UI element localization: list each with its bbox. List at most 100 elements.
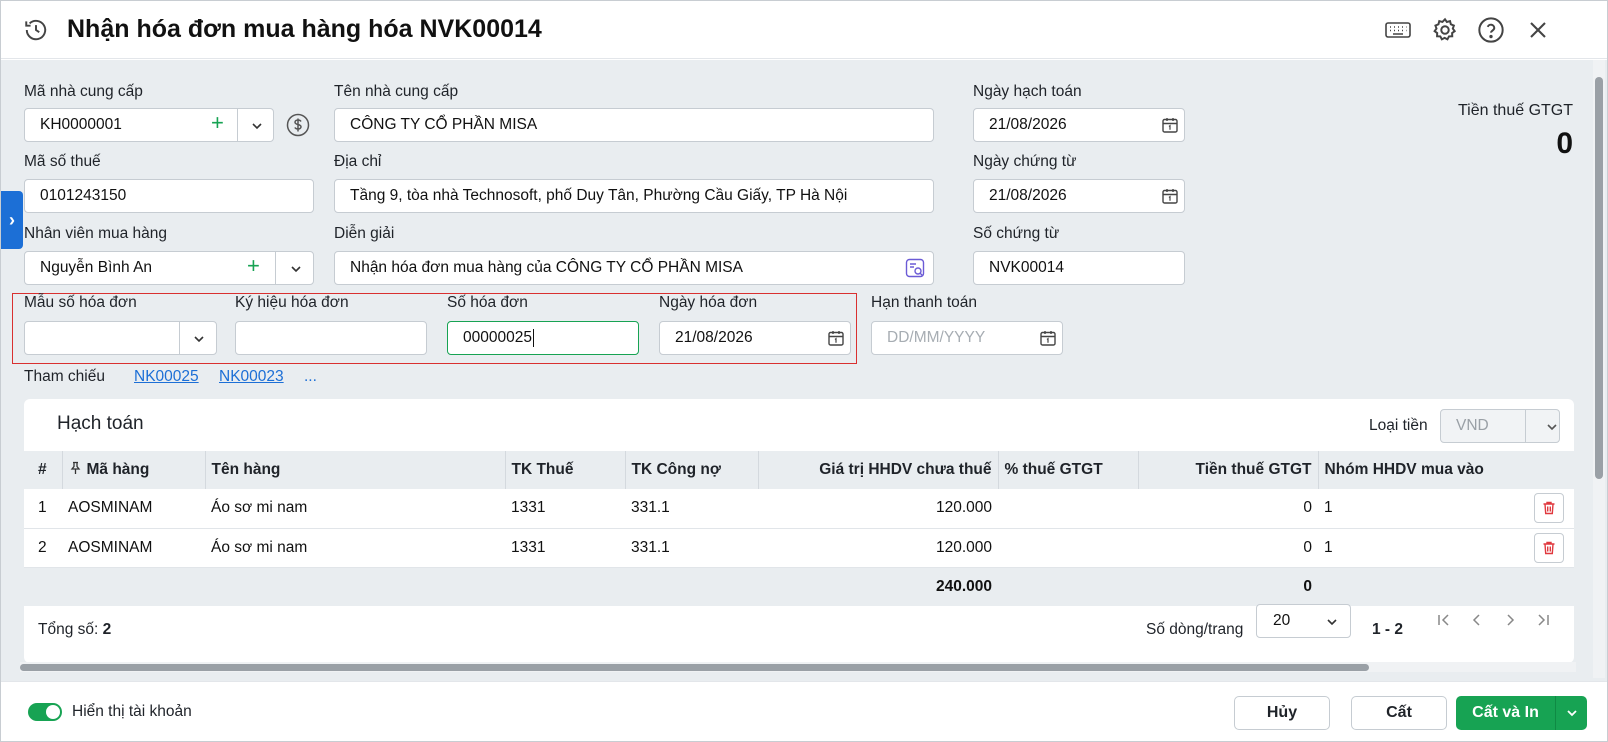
currency-label: Loại tiền	[1369, 417, 1428, 434]
buyer-combobox[interactable]: Nguyễn Bình An +	[24, 251, 314, 285]
horizontal-scrollbar[interactable]	[20, 664, 1369, 671]
table-row[interactable]: 2 AOSMINAM Áo sơ mi nam 1331 331.1 120.0…	[24, 528, 1574, 568]
dialog-footer: Hiển thị tài khoản Hủy Cất Cất và In	[1, 681, 1607, 741]
item-code-cell[interactable]: AOSMINAM	[62, 489, 205, 529]
column-header[interactable]: Tên hàng	[205, 451, 506, 489]
invoice-date-input[interactable]: 21/08/2026	[659, 321, 851, 355]
reference-link[interactable]: NK00025	[134, 368, 199, 386]
column-header[interactable]: Giá trị HHDV chưa thuế	[758, 451, 999, 489]
supplier-code-combobox[interactable]: KH0000001 +	[24, 108, 274, 142]
rows-per-page-select[interactable]: 20	[1256, 604, 1351, 638]
calendar-icon[interactable]	[1161, 187, 1179, 205]
vat-summary-label: Tiền thuế GTGT	[1458, 102, 1573, 119]
column-header[interactable]: TK Công nợ	[625, 451, 759, 489]
column-header[interactable]: Nhóm HHDV mua vào	[1318, 451, 1574, 489]
save-options-dropdown[interactable]	[1555, 696, 1587, 730]
voucher-date-input[interactable]: 21/08/2026	[973, 179, 1185, 213]
group-cell[interactable]: 1	[1318, 528, 1574, 568]
history-icon[interactable]	[23, 17, 49, 43]
help-icon[interactable]	[1477, 16, 1505, 44]
tax-code-value: 0101243150	[40, 187, 127, 204]
side-expand-tab[interactable]: ›	[1, 191, 23, 249]
add-buyer-icon[interactable]: +	[247, 253, 260, 279]
panel-title: Hạch toán	[57, 413, 144, 434]
trash-icon	[1543, 541, 1555, 554]
calendar-icon[interactable]	[827, 329, 845, 347]
vat-rate-cell[interactable]	[998, 528, 1138, 568]
currency-value: VND	[1456, 417, 1489, 434]
debt-account-cell[interactable]: 331.1	[625, 489, 758, 529]
toggle-knob	[46, 705, 60, 719]
calendar-icon[interactable]	[1161, 116, 1179, 134]
vat-amount-cell[interactable]: 0	[1138, 528, 1318, 568]
column-header-label: Mã hàng	[86, 461, 150, 478]
gear-icon[interactable]	[1431, 16, 1459, 44]
save-and-print-button[interactable]: Cất và In	[1456, 696, 1555, 730]
first-page-icon[interactable]	[1435, 611, 1453, 629]
delete-row-button[interactable]	[1534, 493, 1564, 523]
reference-link[interactable]: NK00023	[219, 368, 284, 386]
group-cell[interactable]: 1	[1318, 489, 1574, 529]
due-date-input[interactable]: DD/MM/YYYY	[871, 321, 1063, 355]
next-page-icon[interactable]	[1501, 611, 1519, 629]
calendar-icon[interactable]	[1039, 329, 1057, 347]
vertical-scrollbar[interactable]	[1595, 77, 1603, 479]
column-header[interactable]: Tiền thuế GTGT	[1138, 451, 1319, 489]
close-icon[interactable]	[1524, 16, 1552, 44]
description-value: Nhận hóa đơn mua hàng của CÔNG TY CỔ PHẦ…	[350, 259, 743, 276]
vat-rate-cell[interactable]	[998, 489, 1138, 529]
tax-account-cell[interactable]: 1331	[505, 489, 625, 529]
tax-account-cell[interactable]: 1331	[505, 528, 625, 568]
voucher-no-value: NVK00014	[989, 259, 1064, 276]
chevron-down-icon[interactable]	[192, 332, 206, 346]
total-vat: 0	[1138, 567, 1318, 606]
supplier-name-input[interactable]: CÔNG TY CỔ PHẦN MISA	[334, 108, 934, 142]
divider	[1525, 410, 1526, 442]
column-header[interactable]: #	[24, 451, 63, 489]
buyer-value: Nguyễn Bình An	[40, 259, 153, 276]
column-header[interactable]: Mã hàng	[62, 451, 206, 489]
total-count-label: Tổng số:	[38, 621, 99, 638]
voucher-no-input[interactable]: NVK00014	[973, 251, 1185, 285]
item-name-cell[interactable]: Áo sơ mi nam	[205, 489, 505, 529]
column-header[interactable]: % thuế GTGT	[998, 451, 1139, 489]
add-supplier-icon[interactable]: +	[211, 110, 224, 136]
invoice-template-select[interactable]	[24, 321, 217, 355]
description-input[interactable]: Nhận hóa đơn mua hàng của CÔNG TY CỔ PHẦ…	[334, 251, 934, 285]
item-name-cell[interactable]: Áo sơ mi nam	[205, 528, 505, 568]
show-accounts-toggle[interactable]	[28, 703, 62, 721]
vat-amount-cell[interactable]: 0	[1138, 489, 1318, 529]
pin-icon[interactable]	[69, 461, 82, 475]
currency-dollar-icon[interactable]	[286, 113, 310, 137]
tax-code-input[interactable]: 0101243150	[24, 179, 314, 213]
chevron-down-icon	[1566, 710, 1577, 717]
amount-cell[interactable]: 120.000	[758, 528, 998, 568]
column-header[interactable]: TK Thuế	[505, 451, 626, 489]
address-input[interactable]: Tầng 9, tòa nhà Technosoft, phố Duy Tân,…	[334, 179, 934, 213]
rows-per-page-value: 20	[1273, 612, 1291, 629]
invoice-no-input[interactable]: 00000025	[447, 321, 639, 355]
invoice-no-value: 00000025	[463, 329, 532, 346]
show-accounts-label: Hiển thị tài khoản	[72, 703, 192, 720]
delete-row-button[interactable]	[1534, 532, 1564, 563]
keyboard-icon[interactable]	[1384, 16, 1412, 44]
accounting-panel: Hạch toán Loại tiền VND # Mã hàng Tên hà…	[24, 399, 1574, 663]
reference-more-button[interactable]: ...	[304, 368, 317, 386]
invoice-date-label: Ngày hóa đơn	[659, 294, 758, 311]
item-code-cell[interactable]: AOSMINAM	[62, 528, 205, 568]
save-button[interactable]: Cất	[1351, 696, 1447, 730]
chevron-down-icon[interactable]	[250, 119, 264, 133]
last-page-icon[interactable]	[1534, 611, 1552, 629]
supplier-code-value: KH0000001	[40, 116, 122, 133]
chevron-down-icon[interactable]	[289, 262, 303, 276]
amount-cell[interactable]: 120.000	[758, 489, 998, 529]
debt-account-cell[interactable]: 331.1	[625, 528, 758, 568]
table-row[interactable]: 1 AOSMINAM Áo sơ mi nam 1331 331.1 120.0…	[24, 489, 1574, 529]
prev-page-icon[interactable]	[1468, 611, 1486, 629]
rows-per-page-label: Số dòng/trang	[1146, 621, 1244, 638]
ai-assist-icon[interactable]	[905, 258, 925, 278]
posting-date-input[interactable]: 21/08/2026	[973, 108, 1185, 142]
total-count-value: 2	[102, 621, 112, 638]
invoice-symbol-input[interactable]	[235, 321, 427, 355]
cancel-button[interactable]: Hủy	[1234, 696, 1330, 730]
